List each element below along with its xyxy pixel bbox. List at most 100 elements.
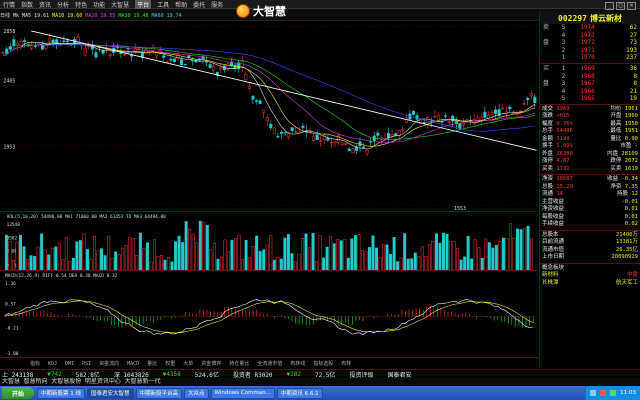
menu-item-5[interactable]: 功能 — [93, 0, 105, 9]
menu-item-4[interactable]: 特色 — [75, 0, 87, 9]
indicator-tab[interactable]: 指标 — [30, 360, 40, 367]
order-level: 2 — [561, 72, 566, 80]
taskbar-item[interactable]: 国泰君安大智慧 — [87, 387, 134, 399]
volume-bar — [138, 232, 142, 270]
order-row[interactable]: 4 1966 21 — [540, 88, 640, 96]
sector-c[interactable]: 长株潭 — [542, 280, 559, 288]
stat-label: 跌停 — [610, 158, 622, 165]
candle-body — [258, 100, 262, 104]
macd-axis-label: -1.00 — [5, 351, 19, 357]
indicator-tab[interactable]: 资金博弈 — [201, 360, 221, 367]
volume-bar — [308, 247, 312, 270]
volume-bar — [248, 257, 252, 270]
volume-bar — [473, 239, 477, 270]
maximize-icon[interactable]: □ — [616, 2, 625, 10]
order-row[interactable]: 5 1965 19 — [540, 95, 640, 103]
status-item: 投资评级 — [349, 371, 374, 379]
menu-item-1[interactable]: 指数 — [21, 0, 33, 9]
sector-b[interactable]: 中盘 — [627, 272, 638, 280]
candle-body — [415, 115, 419, 120]
stat-value: 26388 — [553, 150, 573, 157]
antivirus-icon[interactable] — [600, 390, 607, 396]
volume-bar — [209, 249, 213, 270]
indicator-tab[interactable]: 持仓量比 — [229, 360, 249, 367]
volume-bar — [427, 244, 431, 270]
candle-body — [329, 142, 333, 144]
volume-bar — [410, 258, 414, 270]
candle-body — [48, 38, 52, 42]
indicator-tab[interactable]: 资金流向 — [99, 360, 119, 367]
close-icon[interactable]: × — [627, 2, 636, 10]
minimize-icon[interactable]: _ — [605, 2, 614, 10]
start-button[interactable]: 开始 — [2, 387, 34, 399]
volume-bar — [57, 242, 61, 270]
taskbar-item[interactable]: 中期新股票 1 线 — [37, 387, 85, 399]
menu-item-2[interactable]: 资讯 — [39, 0, 51, 9]
indicator-tab[interactable]: 指标选股 — [313, 360, 333, 367]
volume-bar — [216, 258, 220, 270]
order-row[interactable]: 4 1973 27 — [540, 32, 640, 40]
indicator-tab[interactable]: 布林 — [341, 360, 351, 367]
sector-d[interactable]: 航天军工 — [616, 280, 638, 288]
taskbar-item[interactable]: Windows Comman... — [210, 387, 275, 399]
indicator-tab[interactable]: MACD — [127, 361, 139, 367]
volume-bar — [452, 241, 456, 270]
ma-item: MA60 19.74 — [151, 13, 182, 19]
order-row[interactable]: 买 1 1969 36 — [540, 65, 640, 73]
news-ticker[interactable]: 大智慧 智慧所向 大智慧股份 明星资讯中心 大智慧新一代 — [0, 378, 640, 386]
taskbar-item[interactable]: 中期新股平台高 — [135, 387, 183, 399]
volume-bar — [110, 257, 114, 270]
ma-item: MA20 19.55 — [85, 13, 119, 19]
volume-bar — [152, 239, 156, 270]
menu-item-9[interactable]: 帮助 — [175, 0, 187, 9]
order-side: 卖 — [543, 24, 550, 31]
volume-bar — [523, 228, 527, 270]
stat-row: 流通 14 持股 12 — [540, 191, 640, 199]
volume-chart[interactable]: VOL(5,10,20) 54496.00 MA1 71060.00 MA2 6… — [0, 213, 538, 271]
indicator-tab[interactable]: 大单 — [183, 360, 193, 367]
order-volume: 62 — [629, 24, 637, 31]
candle-body — [319, 140, 323, 142]
indicator-tab[interactable]: 量比 — [147, 360, 157, 367]
order-row[interactable]: 盘 3 1972 73 — [540, 39, 640, 47]
order-row[interactable]: 盘 3 1967 8 — [540, 80, 640, 88]
menu-item-0[interactable]: 行情 — [3, 0, 15, 9]
menu-item-11[interactable]: 服务 — [211, 0, 223, 9]
order-side: 买 — [543, 64, 550, 72]
candle-body — [255, 100, 259, 102]
indicator-tab[interactable]: DMI — [65, 361, 74, 367]
candlestick-chart[interactable]: 2858 2405 1953 1553 — [0, 21, 538, 212]
taskbar-item[interactable]: 大众点 — [184, 387, 209, 399]
macd-chart[interactable]: MACD(12,26,9) DIFF 0.54 DEA 0.38 MACD 0.… — [0, 272, 538, 358]
sell-orders: 卖 5 1974 62 4 1973 27 盘 3 1972 73 2 1971 193 1 1970 237 — [540, 24, 640, 62]
menu-item-6[interactable]: 大智慧 — [111, 0, 129, 9]
indicator-tab[interactable]: 全流通市值 — [257, 360, 282, 367]
candle-body — [494, 109, 498, 114]
taskbar-item[interactable]: 中期资讯 6.6.1 — [276, 387, 323, 399]
indicator-tab[interactable]: RSI — [82, 361, 91, 367]
volume-bar — [198, 220, 202, 270]
y-axis-label: 2858 — [3, 29, 15, 35]
stock-name: 博云新材 — [589, 13, 622, 23]
sector-a[interactable]: 新材料 — [542, 272, 559, 280]
indicator-tab[interactable]: 权重 — [165, 360, 175, 367]
order-row[interactable]: 卖 5 1974 62 — [540, 24, 640, 32]
order-row[interactable]: 2 1968 8 — [540, 73, 640, 81]
indicator-tab[interactable]: KDJ — [48, 361, 57, 367]
stock-header: 002297 博云新材 — [540, 12, 640, 24]
volume-bar — [96, 250, 100, 270]
menu-item-7[interactable]: 平台 — [135, 0, 152, 9]
order-row[interactable]: 1 1970 237 — [540, 54, 640, 62]
candle-body — [362, 146, 366, 148]
order-row[interactable]: 2 1971 193 — [540, 47, 640, 55]
menu-item-8[interactable]: 工具 — [157, 0, 169, 9]
volume-bar — [145, 242, 149, 270]
indicator-tab[interactable]: 布林线 — [290, 360, 305, 367]
network-icon[interactable] — [590, 390, 597, 396]
menu-item-3[interactable]: 分析 — [57, 0, 69, 9]
volume-icon[interactable] — [610, 390, 617, 396]
menu-item-10[interactable]: 委托 — [193, 0, 205, 9]
order-volume: 27 — [629, 31, 637, 39]
candle-body — [279, 131, 283, 134]
candle-body — [172, 58, 176, 62]
